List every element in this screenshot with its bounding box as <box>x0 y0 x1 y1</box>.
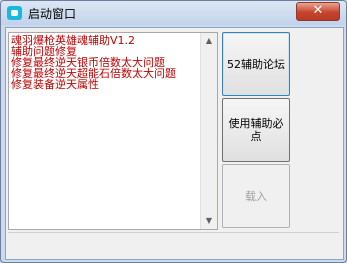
scroll-up-icon[interactable]: ▲ <box>201 33 217 49</box>
log-textbox[interactable]: 魂羽爆枪英雄魂辅助V1.2 辅助问题修复 修复最终逆天银币倍数太大问题 修复最终… <box>8 32 218 230</box>
forum-button[interactable]: 52辅助论坛 <box>222 32 290 96</box>
close-button[interactable]: ✕ <box>296 2 340 21</box>
status-bar <box>8 232 339 253</box>
vertical-scrollbar[interactable]: ▲ ▼ <box>200 33 217 229</box>
scroll-down-icon[interactable]: ▼ <box>201 213 217 229</box>
window-title: 启动窗口 <box>28 7 77 21</box>
must-read-button[interactable]: 使用辅助必点 <box>222 98 290 162</box>
log-text: 魂羽爆枪英雄魂辅助V1.2 辅助问题修复 修复最终逆天银币倍数太大问题 修复最终… <box>11 35 199 90</box>
log-line: 修复装备逆天属性 <box>11 78 99 91</box>
client-area: 魂羽爆枪英雄魂辅助V1.2 辅助问题修复 修复最终逆天银币倍数太大问题 修复最终… <box>5 27 344 260</box>
app-icon <box>7 6 22 20</box>
app-window: 启动窗口 ✕ 魂羽爆枪英雄魂辅助V1.2 辅助问题修复 修复最终逆天银币倍数太大… <box>0 0 347 263</box>
title-bar[interactable]: 启动窗口 ✕ <box>1 1 346 25</box>
load-button[interactable]: 载入 <box>222 164 290 228</box>
